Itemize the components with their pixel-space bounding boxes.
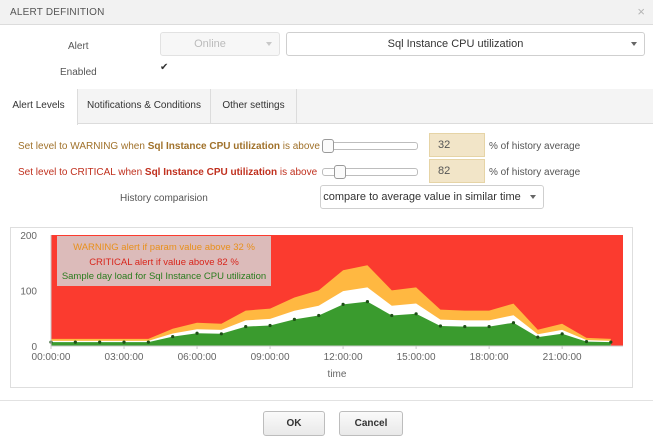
warning-value-input[interactable]: 32 [429, 133, 485, 157]
load-point [560, 332, 564, 336]
load-point [390, 313, 394, 318]
load-point [584, 339, 589, 344]
y-tick-label: 200 [20, 231, 37, 242]
load-point [438, 324, 443, 328]
enabled-label: Enabled [60, 67, 97, 78]
load-point [414, 312, 418, 316]
close-icon[interactable]: × [637, 4, 645, 20]
alert-label: Alert [68, 41, 89, 52]
status-select-value: Online [194, 38, 226, 50]
history-select-value: compare to average value in similar time [323, 191, 521, 203]
load-point [511, 321, 516, 325]
chevron-down-icon [266, 42, 272, 46]
x-tick-label: 18:00:00 [470, 352, 509, 363]
critical-unit: % of history average [489, 167, 581, 178]
dialog-footer: OK Cancel [0, 400, 653, 443]
alert-select-value: Sql Instance CPU utilization [387, 38, 524, 50]
warning-unit: % of history average [489, 141, 581, 152]
legend-entry: WARNING alert if param value above 32 % [73, 242, 255, 253]
load-point [341, 302, 345, 306]
cancel-button[interactable]: Cancel [339, 411, 403, 436]
x-axis-title: time [328, 369, 347, 380]
ok-button[interactable]: OK [263, 411, 325, 436]
legend-entry: CRITICAL alert if value above 82 % [89, 257, 239, 268]
load-point [292, 317, 297, 321]
load-point [365, 300, 370, 304]
critical-slider-handle[interactable] [334, 165, 346, 179]
x-tick-label: 03:00:00 [105, 352, 144, 363]
x-tick-label: 00:00:00 [32, 352, 71, 363]
load-point [317, 313, 321, 318]
load-point [463, 324, 467, 329]
y-tick-label: 100 [20, 287, 37, 298]
load-point [122, 340, 126, 344]
warning-slider-handle[interactable] [322, 139, 334, 153]
load-point [609, 340, 613, 344]
tab-notifications-conditions[interactable]: Notifications & Conditions [78, 89, 211, 124]
dialog-titlebar: ALERT DEFINITION × [0, 0, 653, 25]
critical-suffix: is above [277, 167, 318, 178]
load-point [244, 324, 248, 329]
history-label: History comparision [120, 193, 208, 204]
x-tick-label: 15:00:00 [397, 352, 436, 363]
status-select: Online [160, 32, 280, 56]
warning-prefix: Set level to WARNING when [18, 141, 148, 152]
load-point [219, 332, 223, 336]
tab-label: Other settings [222, 100, 285, 111]
tab-label: Notifications & Conditions [87, 100, 201, 111]
tab-label: Alert Levels [12, 100, 65, 111]
enabled-checkbox[interactable]: ✔ [160, 63, 169, 73]
critical-prefix: Set level to CRITICAL when [18, 167, 145, 178]
load-point [98, 340, 102, 344]
chart-panel: 0 100 200 00:00:00 03:00:00 06:00:00 09:00:00 1… [10, 227, 633, 388]
critical-level-text: Set level to CRITICAL when Sql Instance … [18, 167, 317, 178]
load-point [195, 331, 199, 335]
tab-other-settings[interactable]: Other settings [211, 89, 297, 124]
warning-suffix: is above [279, 141, 320, 152]
load-point [268, 323, 272, 328]
critical-value-input[interactable]: 82 [429, 159, 485, 183]
x-tick-label: 12:00:00 [324, 352, 363, 363]
load-point [171, 334, 175, 339]
load-point [146, 340, 150, 344]
x-tick-label: 06:00:00 [178, 352, 217, 363]
x-tick-label: 21:00:00 [543, 352, 582, 363]
history-select[interactable]: compare to average value in similar time [320, 185, 544, 209]
alert-select[interactable]: Sql Instance CPU utilization [286, 32, 645, 56]
chevron-down-icon [530, 195, 536, 199]
tab-bar: Alert Levels Notifications & Conditions … [0, 89, 653, 125]
tab-alert-levels[interactable]: Alert Levels [0, 89, 78, 125]
load-point [487, 324, 491, 329]
warning-slider[interactable] [322, 142, 418, 150]
x-tick-label: 09:00:00 [251, 352, 290, 363]
warning-param: Sql Instance CPU utilization [147, 141, 280, 152]
load-point [73, 340, 77, 344]
critical-param: Sql Instance CPU utilization [144, 167, 278, 178]
warning-level-text: Set level to WARNING when Sql Instance C… [18, 141, 320, 152]
legend-entry: Sample day load for Sql Instance CPU uti… [62, 271, 266, 282]
chevron-down-icon [631, 42, 637, 46]
load-point [536, 335, 540, 339]
dialog-title: ALERT DEFINITION [10, 7, 105, 18]
load-chart: 010020000:00:00 03:00:00 06:00:00 09:00:00 1… [20, 231, 623, 380]
